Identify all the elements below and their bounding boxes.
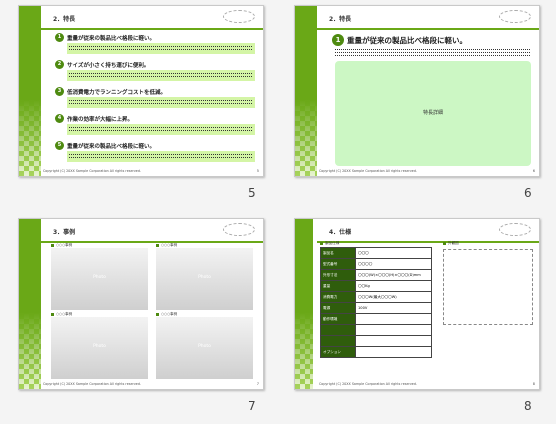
- table-row: 電源 100V: [320, 302, 432, 314]
- decorative-stripe: [295, 6, 317, 176]
- decorative-stripe: [19, 6, 41, 176]
- table-row: [320, 324, 432, 336]
- slide-number-label: 8: [524, 399, 532, 413]
- feature-item: 3 低消費電力でランニングコストを低減。: [55, 87, 255, 109]
- panel-label: 特長詳細: [422, 110, 443, 116]
- slide-title: 4．仕様: [329, 229, 352, 236]
- feature-item: 5 重量が従来の製品比べ格段に軽い。: [55, 141, 255, 163]
- slide-thumbnail-5[interactable]: 2．特長 1 重量が従来の製品比べ格段に軽い。 2 サイズが小さく持ち運びに便利…: [18, 5, 264, 177]
- feature-item: 4 作業の効率が大幅に上昇。: [55, 114, 255, 136]
- feature-number: 1: [332, 34, 344, 46]
- table-row: 型式番号 〇〇〇〇: [320, 258, 432, 270]
- slide-title: 3．事例: [53, 229, 76, 236]
- feature-label: 重量が従来の製品比べ格段に軽い。: [67, 144, 156, 150]
- feature-item: 1 重量が従来の製品比べ格段に軽い。: [55, 33, 255, 55]
- slide-footer-page: 8: [532, 382, 535, 386]
- slide-number-label: 6: [524, 186, 532, 200]
- table-row: 製品名 〇〇〇: [320, 247, 432, 259]
- slide-number-label: 5: [248, 186, 256, 200]
- table-row: 動作環境: [320, 313, 432, 325]
- title-underline: [317, 28, 539, 30]
- feature-number: 5: [55, 141, 64, 150]
- feature-detail-box: [67, 97, 255, 108]
- slide-thumbnail-8[interactable]: 4．仕様 製品仕様 製品名 〇〇〇 型式番号 〇〇〇〇 外形寸法 〇〇〇(W)×〇〇〇…: [294, 218, 540, 390]
- logo-placeholder: [499, 223, 531, 236]
- text-line: [335, 55, 531, 56]
- photo-placeholder: Photo: [156, 317, 253, 379]
- text-line: [335, 52, 531, 53]
- table-row: 重量 〇〇Kg: [320, 280, 432, 292]
- table-row: オプション: [320, 346, 432, 358]
- feature-detail-box: [67, 70, 255, 81]
- slide-footer-page: 5: [256, 169, 259, 173]
- slide-title: 2．特長: [53, 16, 76, 23]
- decorative-stripe: [295, 219, 313, 389]
- feature-item: 2 サイズが小さく持ち運びに便利。: [55, 60, 255, 82]
- table-row: [320, 335, 432, 347]
- slide-footer-page: 7: [256, 382, 259, 386]
- logo-placeholder: [223, 223, 255, 236]
- image-heading: 外観図: [443, 241, 459, 246]
- spec-heading: 製品仕様: [320, 241, 339, 246]
- feature-number: 3: [55, 87, 64, 96]
- feature-number: 4: [55, 114, 64, 123]
- slide-footer-page: 6: [532, 169, 535, 173]
- text-line: [335, 49, 531, 50]
- feature-label: 低消費電力でランニングコストを低減。: [67, 90, 167, 96]
- slide-title: 2．特長: [329, 16, 352, 23]
- feature-label: 作業の効率が大幅に上昇。: [67, 117, 134, 123]
- feature-label: 重量が従来の製品比べ格段に軽い。: [347, 36, 467, 45]
- photo-placeholder: Photo: [51, 317, 148, 379]
- table-row: 外形寸法 〇〇〇(W)×〇〇〇(H)×〇〇〇(D)mm: [320, 269, 432, 281]
- title-underline: [317, 241, 539, 243]
- copyright-text: Copyright (C) 20XX Sample Corporation Al…: [319, 382, 417, 386]
- title-underline: [41, 28, 263, 30]
- decorative-stripe: [19, 219, 41, 389]
- feature-detail-box: [67, 43, 255, 54]
- copyright-text: Copyright (C) 20XX Sample Corporation Al…: [43, 169, 141, 173]
- photo-placeholder: Photo: [51, 248, 148, 310]
- feature-number: 2: [55, 60, 64, 69]
- slide-thumbnail-7[interactable]: 3．事例 ○○○事例 Photo ○○○事例 Photo ○○○事例 Photo…: [18, 218, 264, 390]
- copyright-text: Copyright (C) 20XX Sample Corporation Al…: [319, 169, 417, 173]
- title-underline: [41, 241, 263, 243]
- logo-placeholder: [499, 10, 531, 23]
- photo-placeholder: Photo: [156, 248, 253, 310]
- feature-detail-box: [67, 124, 255, 135]
- feature-number: 1: [55, 33, 64, 42]
- feature-label: サイズが小さく持ち運びに便利。: [67, 63, 150, 69]
- slide-number-label: 7: [248, 399, 256, 413]
- feature-label: 重量が従来の製品比べ格段に軽い。: [67, 36, 156, 42]
- slide-thumbnail-6[interactable]: 2．特長 1 重量が従来の製品比べ格段に軽い。 特長詳細 Copyright (…: [294, 5, 540, 177]
- table-row: 消費電力 〇〇〇W(最大〇〇〇W): [320, 291, 432, 303]
- detail-panel: 特長詳細: [335, 61, 531, 166]
- image-placeholder: [443, 249, 533, 325]
- copyright-text: Copyright (C) 20XX Sample Corporation Al…: [43, 382, 141, 386]
- logo-placeholder: [223, 10, 255, 23]
- feature-detail-box: [67, 151, 255, 162]
- spec-table: 製品名 〇〇〇 型式番号 〇〇〇〇 外形寸法 〇〇〇(W)×〇〇〇(H)×〇〇〇(D)…: [320, 247, 432, 358]
